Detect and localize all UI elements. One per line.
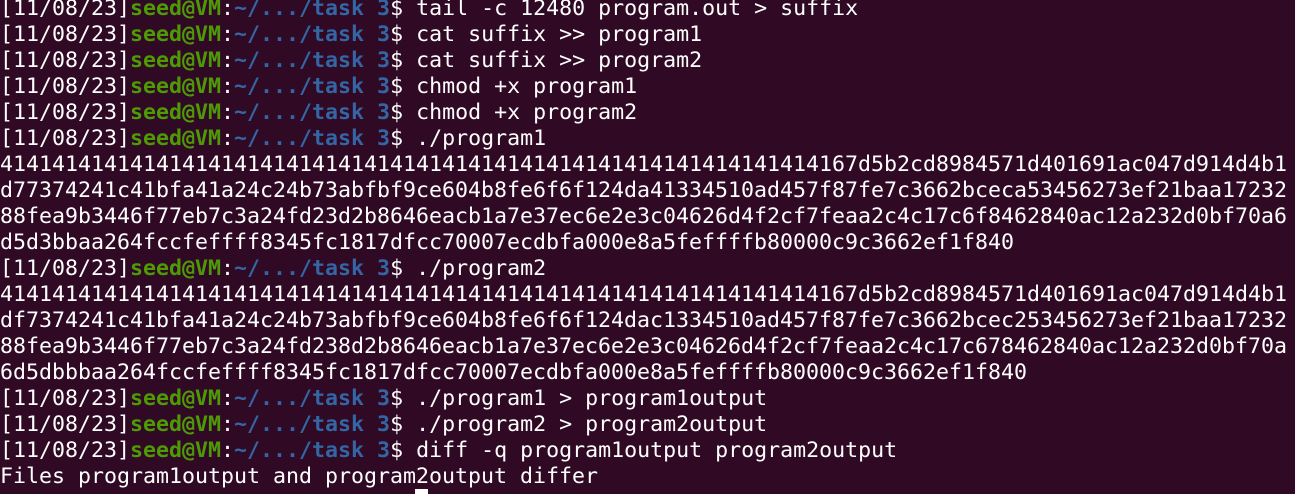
output-line: Files program1output and program2output … [0, 464, 1295, 490]
prompt-user-host: seed@VM [130, 386, 222, 411]
terminal-output: [11/08/23]seed@VM:~/.../task 3$ tail -c … [0, 0, 1295, 490]
command-text: chmod +x program2 [416, 100, 638, 125]
output-line: 6d5dbbbaa264fccfeffff8345fc1817dfcc70007… [0, 360, 1295, 386]
prompt-dollar: $ [390, 0, 417, 21]
prompt-line: [11/08/23]seed@VM:~/.../task 3$ tail -c … [0, 0, 1295, 22]
prompt-dollar: $ [390, 126, 417, 151]
output-text: d77374241c41bfa41a24c24b73abfbf9ce604b8f… [0, 178, 1288, 203]
prompt-timestamp: [11/08/23] [0, 74, 131, 99]
prompt-line: [11/08/23]seed@VM:~/.../task 3$ chmod +x… [0, 74, 1295, 100]
command-text: tail -c 12480 program.out > suffix [416, 0, 859, 21]
prompt-path: ~/.../task 3 [234, 22, 391, 47]
prompt-colon: : [221, 126, 235, 151]
prompt-user-host: seed@VM [130, 438, 222, 463]
prompt-dollar: $ [390, 74, 417, 99]
prompt-timestamp: [11/08/23] [0, 386, 131, 411]
prompt-dollar: $ [390, 256, 417, 281]
prompt-line: [11/08/23]seed@VM:~/.../task 3$ diff -q … [0, 438, 1295, 464]
prompt-timestamp: [11/08/23] [0, 412, 131, 437]
output-line: 4141414141414141414141414141414141414141… [0, 282, 1295, 308]
command-text: ./program2 [416, 256, 547, 281]
prompt-path: ~/.../task 3 [234, 256, 391, 281]
prompt-user-host: seed@VM [130, 74, 222, 99]
prompt-colon: : [221, 74, 235, 99]
prompt-colon: : [221, 100, 235, 125]
prompt-user-host: seed@VM [130, 0, 222, 21]
command-text: ./program1 > program1output [416, 386, 768, 411]
prompt-dollar: $ [390, 438, 417, 463]
output-text: 4141414141414141414141414141414141414141… [0, 282, 1288, 307]
prompt-path: ~/.../task 3 [234, 100, 391, 125]
prompt-path: ~/.../task 3 [234, 126, 391, 151]
prompt-path: ~/.../task 3 [234, 0, 391, 21]
prompt-line: [11/08/23]seed@VM:~/.../task 3$ ./progra… [0, 386, 1295, 412]
prompt-user-host: seed@VM [130, 412, 222, 437]
command-text: chmod +x program1 [416, 74, 638, 99]
command-text: ./program2 > program2output [416, 412, 768, 437]
prompt-colon: : [221, 256, 235, 281]
output-text: Files program1output and program2output … [0, 464, 599, 489]
command-text: cat suffix >> program1 [416, 22, 703, 47]
prompt-path: ~/.../task 3 [234, 412, 391, 437]
prompt-path: ~/.../task 3 [234, 386, 391, 411]
prompt-user-host: seed@VM [130, 256, 222, 281]
prompt-user-host: seed@VM [130, 100, 222, 125]
output-line: d77374241c41bfa41a24c24b73abfbf9ce604b8f… [0, 178, 1295, 204]
prompt-colon: : [221, 438, 235, 463]
prompt-dollar: $ [390, 100, 417, 125]
output-text: d5d3bbaa264fccfeffff8345fc1817dfcc70007e… [0, 230, 1015, 255]
output-text: 4141414141414141414141414141414141414141… [0, 152, 1288, 177]
output-text: 6d5dbbbaa264fccfeffff8345fc1817dfcc70007… [0, 360, 1028, 385]
prompt-colon: : [221, 386, 235, 411]
output-line: df7374241c41bfa41a24c24b73abfbf9ce604b8f… [0, 308, 1295, 334]
prompt-dollar: $ [390, 22, 417, 47]
prompt-path: ~/.../task 3 [234, 48, 391, 73]
output-text: 88fea9b3446f77eb7c3a24fd238d2b8646eacb1a… [0, 334, 1288, 359]
prompt-colon: : [221, 412, 235, 437]
command-text: ./program1 [416, 126, 547, 151]
prompt-dollar: $ [390, 386, 417, 411]
prompt-timestamp: [11/08/23] [0, 48, 131, 73]
prompt-path: ~/.../task 3 [234, 74, 391, 99]
output-line: 88fea9b3446f77eb7c3a24fd238d2b8646eacb1a… [0, 334, 1295, 360]
prompt-timestamp: [11/08/23] [0, 22, 131, 47]
prompt-timestamp: [11/08/23] [0, 438, 131, 463]
text-cursor [415, 489, 428, 494]
prompt-line: [11/08/23]seed@VM:~/.../task 3$ ./progra… [0, 256, 1295, 282]
prompt-user-host: seed@VM [130, 48, 222, 73]
prompt-dollar: $ [390, 412, 417, 437]
prompt-colon: : [221, 48, 235, 73]
output-text: 88fea9b3446f77eb7c3a24fd23d2b8646eacb1a7… [0, 204, 1288, 229]
prompt-timestamp: [11/08/23] [0, 126, 131, 151]
prompt-timestamp: [11/08/23] [0, 0, 131, 21]
terminal-window[interactable]: [11/08/23]seed@VM:~/.../task 3$ tail -c … [0, 0, 1295, 494]
output-line: d5d3bbaa264fccfeffff8345fc1817dfcc70007e… [0, 230, 1295, 256]
prompt-line: [11/08/23]seed@VM:~/.../task 3$ cat suff… [0, 22, 1295, 48]
output-line: 4141414141414141414141414141414141414141… [0, 152, 1295, 178]
prompt-user-host: seed@VM [130, 126, 222, 151]
prompt-line: [11/08/23]seed@VM:~/.../task 3$ ./progra… [0, 126, 1295, 152]
output-line: 88fea9b3446f77eb7c3a24fd23d2b8646eacb1a7… [0, 204, 1295, 230]
command-text: diff -q program1output program2output [416, 438, 898, 463]
prompt-line: [11/08/23]seed@VM:~/.../task 3$ chmod +x… [0, 100, 1295, 126]
prompt-timestamp: [11/08/23] [0, 256, 131, 281]
command-text: cat suffix >> program2 [416, 48, 703, 73]
prompt-path: ~/.../task 3 [234, 438, 391, 463]
prompt-line: [11/08/23]seed@VM:~/.../task 3$ ./progra… [0, 412, 1295, 438]
prompt-timestamp: [11/08/23] [0, 100, 131, 125]
output-text: df7374241c41bfa41a24c24b73abfbf9ce604b8f… [0, 308, 1288, 333]
prompt-line: [11/08/23]seed@VM:~/.../task 3$ cat suff… [0, 48, 1295, 74]
prompt-colon: : [221, 0, 235, 21]
prompt-colon: : [221, 22, 235, 47]
prompt-user-host: seed@VM [130, 22, 222, 47]
prompt-dollar: $ [390, 48, 417, 73]
